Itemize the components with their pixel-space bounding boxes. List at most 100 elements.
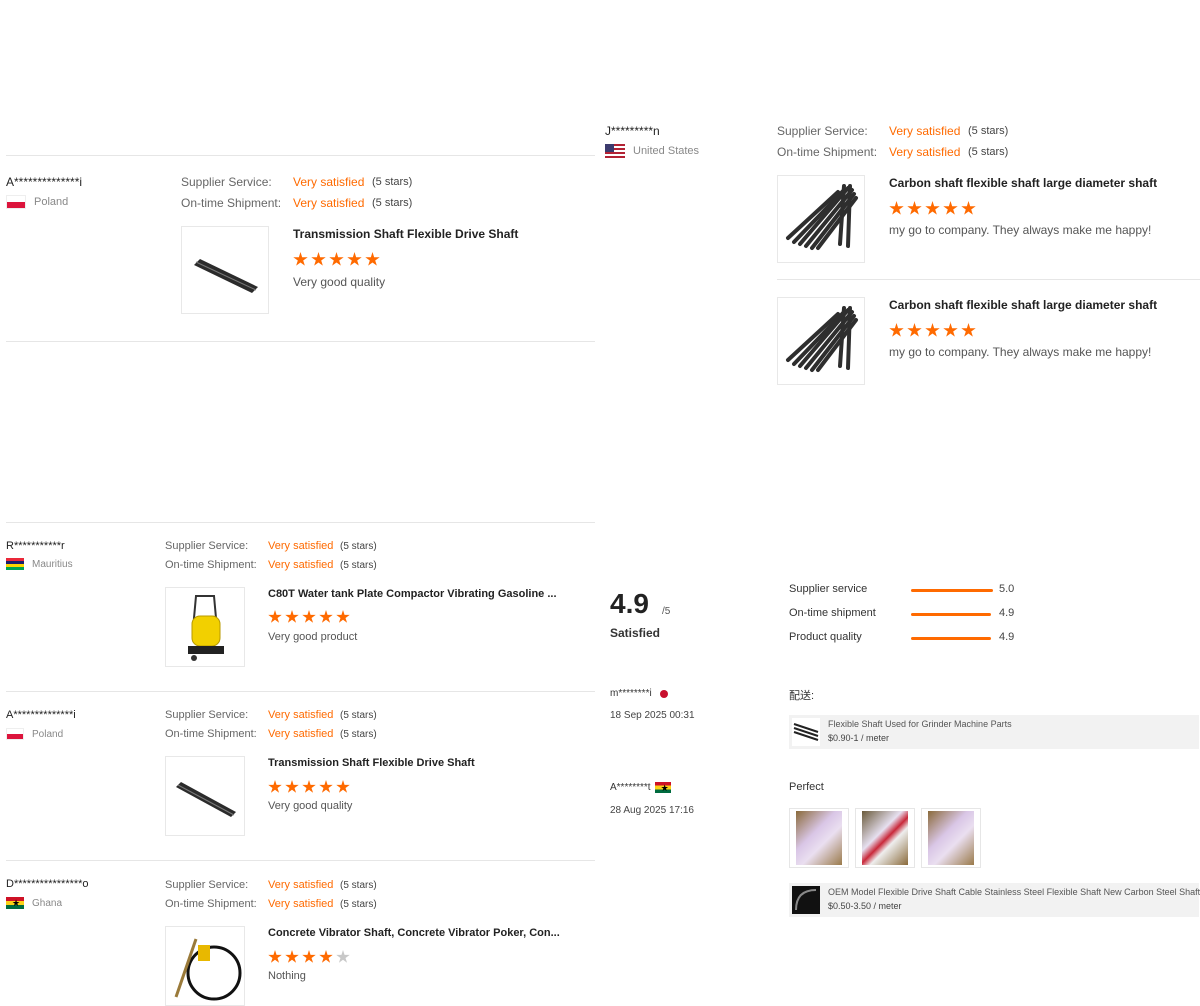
- supplier-service-value: Very satisfied: [268, 709, 334, 721]
- star-icon: [319, 950, 333, 963]
- shipment-value: Very satisfied: [268, 898, 334, 910]
- star-icon: [336, 780, 350, 793]
- reviewer-name: A********t: [610, 782, 651, 793]
- country-name: Poland: [34, 196, 69, 208]
- star-icon: [285, 610, 299, 623]
- star-icon: [268, 950, 282, 963]
- shipment-value: Very satisfied: [268, 728, 334, 740]
- overall-score: 4.9: [610, 588, 649, 619]
- review-photo[interactable]: [789, 808, 849, 868]
- product-thumbnail[interactable]: [777, 175, 865, 263]
- review-date: 18 Sep 2025 00:31: [610, 710, 695, 721]
- shipment-value: Very satisfied: [293, 196, 365, 210]
- star-icon: [907, 323, 922, 337]
- supplier-service-stars: (5 stars): [372, 176, 413, 188]
- concrete-vibrator-image: [174, 938, 242, 1001]
- star-icon: [889, 201, 904, 215]
- divider: [6, 155, 595, 156]
- star-icon: [302, 780, 316, 793]
- reviewer-country: United States: [605, 144, 699, 158]
- product-card[interactable]: Flexible Shaft Used for Grinder Machine …: [789, 715, 1199, 749]
- poland-flag-icon: [6, 728, 24, 740]
- country-name: United States: [633, 145, 700, 157]
- product-thumbnail[interactable]: [777, 297, 865, 385]
- product-name[interactable]: Carbon shaft flexible shaft large diamet…: [889, 176, 1157, 190]
- photo-content: [862, 811, 908, 865]
- product-thumbnail[interactable]: [181, 226, 269, 314]
- reviewer-country: Poland: [6, 195, 68, 209]
- star-icon: [925, 201, 940, 215]
- supplier-service-label: Supplier Service:: [165, 709, 249, 721]
- star-icon: [302, 610, 316, 623]
- star-icon: [961, 323, 976, 337]
- star-icon: [943, 323, 958, 337]
- reviewer-name: A**************i: [6, 175, 83, 189]
- reviewer-row: A********t: [610, 782, 671, 793]
- star-icon: [329, 252, 344, 266]
- supplier-service-label: Supplier Service:: [181, 175, 272, 189]
- product-thumbnail[interactable]: [165, 756, 245, 836]
- product-name[interactable]: C80T Water tank Plate Compactor Vibratin…: [268, 588, 557, 600]
- shipment-label: On-time Shipment:: [165, 559, 257, 571]
- divider: [6, 691, 595, 692]
- metric-bar: [911, 589, 993, 592]
- japan-flag-icon: [659, 689, 668, 698]
- supplier-service-value: Very satisfied: [889, 124, 961, 138]
- review-date: 28 Aug 2025 17:16: [610, 805, 694, 816]
- reviewer-name: D****************o: [6, 878, 89, 890]
- product-thumbnail: [792, 886, 820, 914]
- reviewer-row: m********i: [610, 688, 668, 699]
- reviewer-name: R***********r: [6, 540, 65, 552]
- divider: [6, 522, 595, 523]
- metric-label: Product quality: [789, 631, 862, 643]
- product-name[interactable]: Transmission Shaft Flexible Drive Shaft: [293, 227, 518, 241]
- carbon-rods-image: [786, 184, 858, 250]
- shipment-label: On-time Shipment:: [165, 728, 257, 740]
- star-icon: [907, 201, 922, 215]
- metric-bar: [911, 637, 991, 640]
- reviewer-name: m********i: [610, 688, 652, 699]
- product-name[interactable]: Transmission Shaft Flexible Drive Shaft: [268, 757, 475, 769]
- supplier-service-value: Very satisfied: [268, 540, 334, 552]
- cable-image: [795, 889, 817, 911]
- star-icon: [293, 252, 308, 266]
- shipment-stars: (5 stars): [372, 197, 413, 209]
- supplier-service-label: Supplier Service:: [165, 540, 249, 552]
- product-card[interactable]: OEM Model Flexible Drive Shaft Cable Sta…: [789, 883, 1200, 917]
- reviewer-name: J*********n: [605, 124, 660, 138]
- review-photo[interactable]: [921, 808, 981, 868]
- product-thumbnail: [792, 718, 820, 746]
- supplier-service-label: Supplier Service:: [165, 879, 249, 891]
- supplier-service-stars: (5 stars): [340, 541, 377, 552]
- star-icon: [319, 780, 333, 793]
- reviewer-name: A**************i: [6, 709, 76, 721]
- score-max: /5: [662, 606, 671, 617]
- shipment-stars: (5 stars): [340, 729, 377, 740]
- product-name: OEM Model Flexible Drive Shaft Cable Sta…: [828, 887, 1200, 897]
- star-icon: [347, 252, 362, 266]
- product-thumbnail[interactable]: [165, 587, 245, 667]
- star-icon: [925, 323, 940, 337]
- product-name[interactable]: Concrete Vibrator Shaft, Concrete Vibrat…: [268, 927, 560, 939]
- shipment-value: Very satisfied: [268, 559, 334, 571]
- rating-stars: [268, 950, 350, 964]
- review-photo[interactable]: [855, 808, 915, 868]
- product-thumbnail[interactable]: [165, 926, 245, 1006]
- rating-stars: [889, 323, 976, 338]
- product-name[interactable]: Carbon shaft flexible shaft large diamet…: [889, 298, 1157, 312]
- divider: [6, 341, 595, 342]
- metric-bar: [911, 613, 991, 616]
- metric-value: 4.9: [999, 607, 1015, 619]
- metric-value: 5.0: [999, 583, 1015, 595]
- supplier-service-label: Supplier Service:: [777, 124, 868, 138]
- divider: [777, 279, 1200, 280]
- star-icon: [302, 950, 316, 963]
- review-text: Very good quality: [293, 275, 386, 289]
- star-icon: [285, 780, 299, 793]
- divider: [6, 860, 595, 861]
- rating-stars: [293, 252, 380, 267]
- star-icon: [336, 950, 350, 963]
- product-price: $0.90-1 / meter: [828, 733, 890, 743]
- us-flag-icon: [605, 144, 625, 158]
- shipment-value: Very satisfied: [889, 145, 961, 159]
